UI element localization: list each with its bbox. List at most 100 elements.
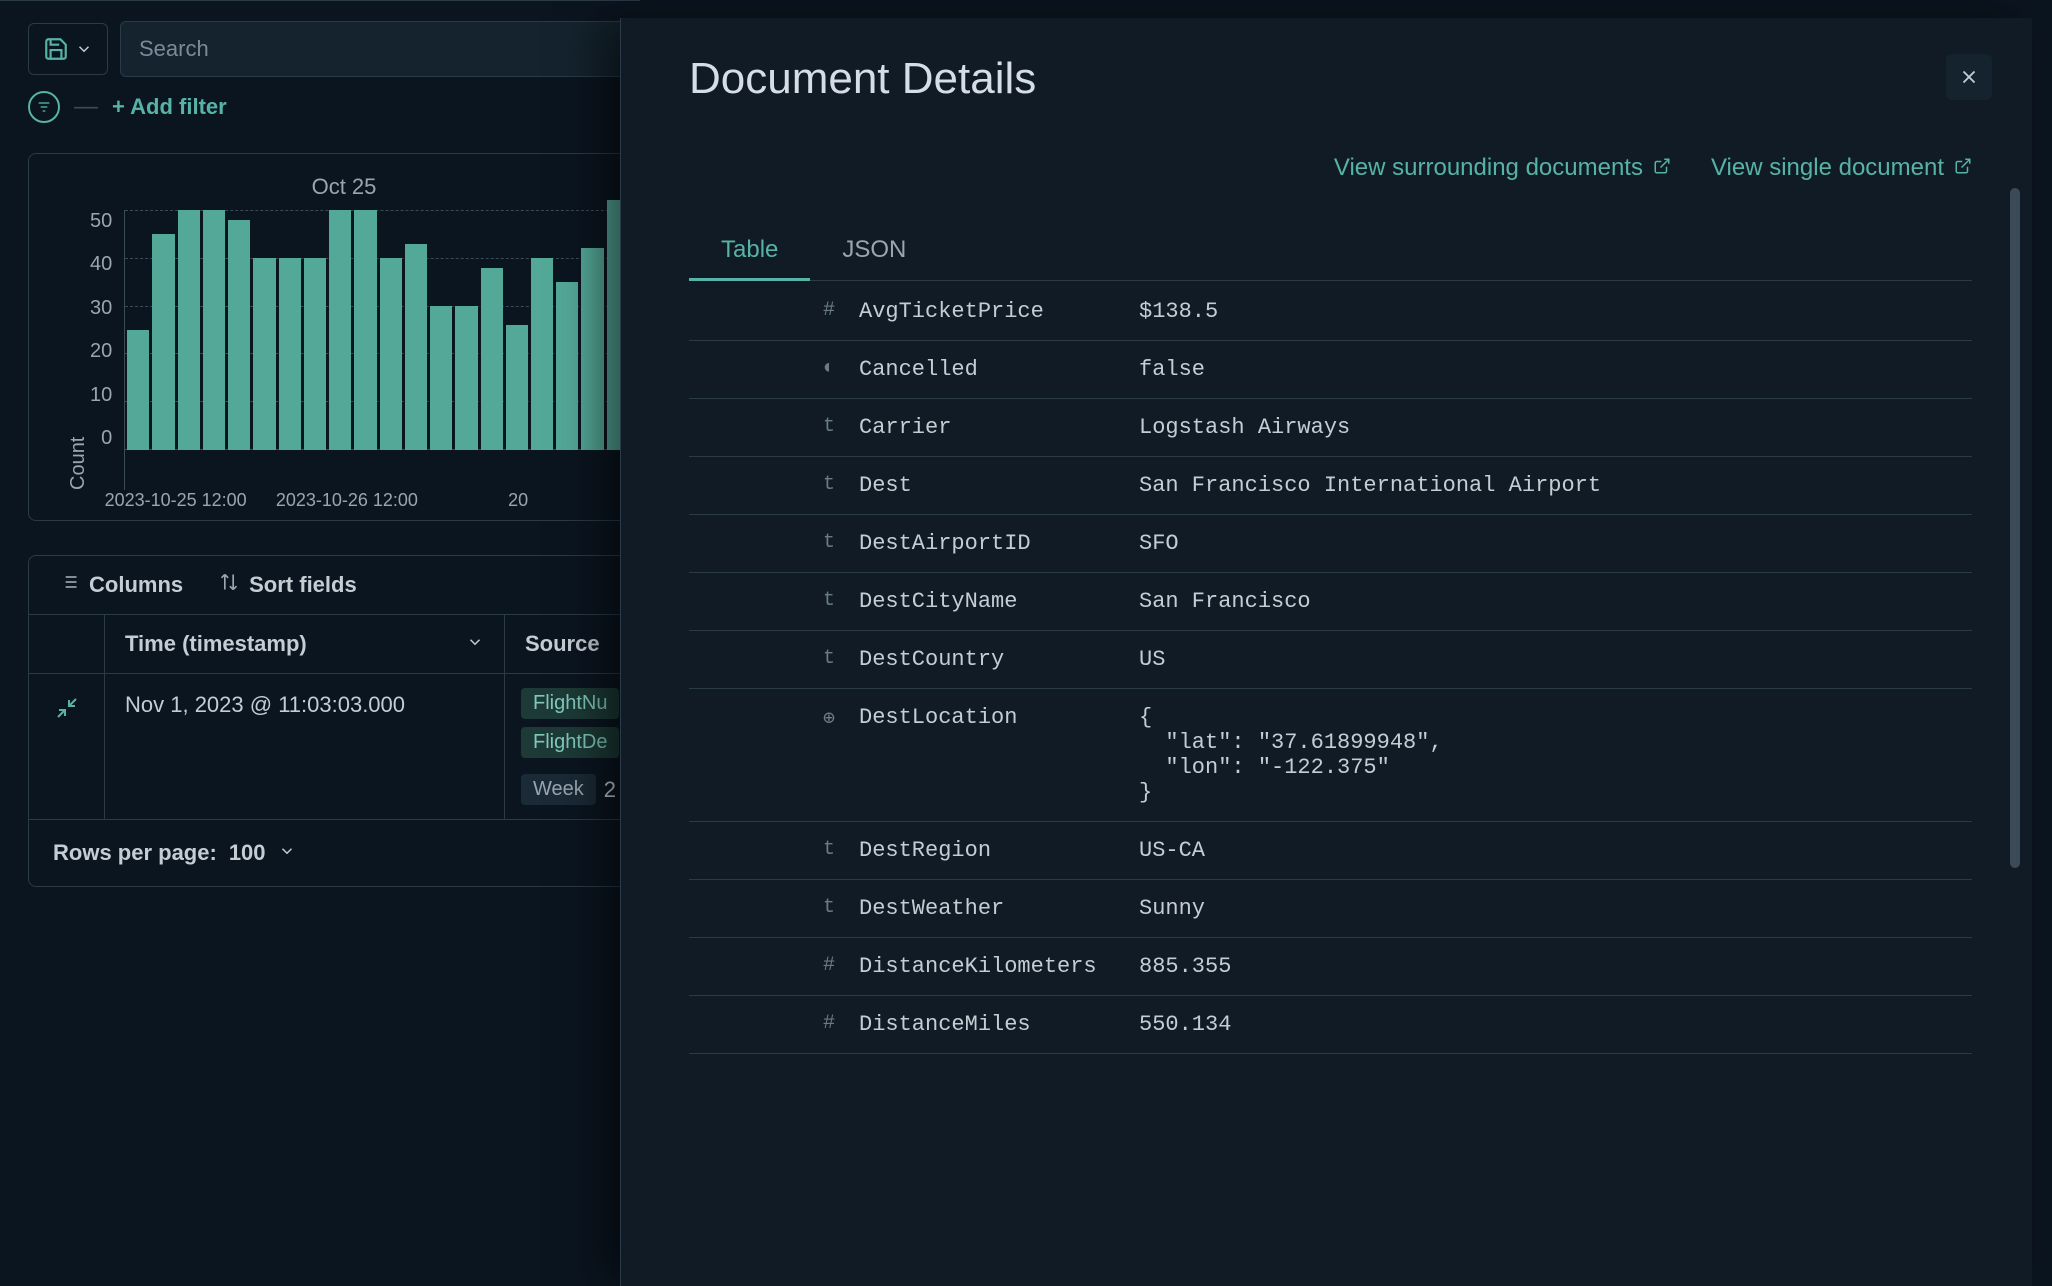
document-field-row[interactable]: tDestSan Francisco International Airport [689,457,1972,515]
field-key: Dest [859,473,1139,498]
document-field-row[interactable]: #DistanceMiles550.134 [689,996,1972,1054]
chevron-down-icon [278,840,296,866]
chevron-down-icon [466,631,484,657]
chart-bar [430,306,452,450]
chart-bar [279,258,301,450]
field-pill[interactable]: FlightDe [521,727,619,758]
scrollbar[interactable] [2010,188,2020,868]
field-type-icon: t [689,896,859,919]
field-type-icon: t [689,589,859,612]
field-key: DestLocation [859,705,1139,730]
chart-bar [405,244,427,450]
tab-json[interactable]: JSON [810,222,938,280]
document-field-row[interactable]: tDestCityNameSan Francisco [689,573,1972,631]
field-key: Cancelled [859,357,1139,382]
field-value: 885.355 [1139,954,1972,979]
chart-bar [531,258,553,450]
columns-button[interactable]: Columns [59,572,183,598]
rows-per-page-selector[interactable]: Rows per page: 100 [29,820,639,886]
document-field-row[interactable]: tCarrierLogstash Airways [689,399,1972,457]
chart-bar [127,330,149,450]
tab-table[interactable]: Table [689,222,810,281]
document-field-row[interactable]: tDestAirportIDSFO [689,515,1972,573]
field-type-icon: ◐ [689,357,859,380]
field-key: DestRegion [859,838,1139,863]
close-button[interactable] [1946,54,1992,100]
save-icon [43,36,69,62]
document-field-row[interactable]: #DistanceKilometers885.355 [689,938,1972,996]
filter-toggle-icon[interactable] [28,91,60,123]
field-value: US-CA [1139,838,1972,863]
field-key: DistanceKilometers [859,954,1139,979]
y-axis-label: Count [59,210,90,490]
external-link-icon [1653,154,1671,182]
field-type-icon: ⊕ [689,705,859,731]
field-key: DestCountry [859,647,1139,672]
document-field-row[interactable]: tDestRegionUS-CA [689,822,1972,880]
view-surrounding-link[interactable]: View surrounding documents [1334,154,1671,182]
sort-fields-button[interactable]: Sort fields [219,572,357,598]
field-value: Sunny [1139,896,1972,921]
document-field-row[interactable]: tDestWeatherSunny [689,880,1972,938]
field-pill[interactable]: Week [521,774,596,805]
field-type-icon: t [689,473,859,496]
list-icon [59,572,79,598]
divider: — [74,93,98,121]
collapse-row-icon[interactable] [29,674,105,819]
field-value: San Francisco [1139,589,1972,614]
field-value: US [1139,647,1972,672]
field-type-icon: t [689,415,859,438]
field-key: Carrier [859,415,1139,440]
field-value: $138.5 [1139,299,1972,324]
field-value: { "lat": "37.61899948", "lon": "-122.375… [1139,705,1972,805]
external-link-icon [1954,154,1972,182]
save-query-button[interactable] [28,23,108,75]
field-type-icon: t [689,531,859,554]
field-type-icon: # [689,954,859,977]
document-field-row[interactable]: ◐Cancelledfalse [689,341,1972,399]
table-row[interactable]: Nov 1, 2023 @ 11:03:03.000 FlightNu Fligh… [29,674,639,820]
field-key: DistanceMiles [859,1012,1139,1037]
sort-icon [219,572,239,598]
chevron-down-icon [75,40,93,58]
field-type-icon: # [689,299,859,322]
view-single-link[interactable]: View single document [1711,154,1972,182]
document-field-row[interactable]: #AvgTicketPrice$138.5 [689,283,1972,341]
field-key: AvgTicketPrice [859,299,1139,324]
chart-bar [380,258,402,450]
chart-bar [455,306,477,450]
flyout-title: Document Details [689,54,1972,104]
chart-bar [506,325,528,450]
chart-bar [556,282,578,450]
chart-bars [125,210,629,450]
source-column-header[interactable]: Source [505,615,639,673]
add-filter-button[interactable]: + Add filter [112,94,227,120]
chart-bar [203,210,225,450]
field-pill[interactable]: FlightNu [521,688,619,719]
main-left-panel: — + Add filter Oct 25 Count 50403020100 … [0,0,640,1286]
search-input[interactable] [120,21,640,77]
flyout-tabs: Table JSON [689,222,1972,281]
time-column-header[interactable]: Time (timestamp) [105,615,505,673]
chart-bar [152,234,174,450]
document-fields-table: #AvgTicketPrice$138.5◐CancelledfalsetCar… [689,283,1972,1054]
field-value: SFO [1139,531,1972,556]
row-source: FlightNuFlightDeWeek2 [505,674,639,819]
field-value: 550.134 [1139,1012,1972,1037]
row-timestamp: Nov 1, 2023 @ 11:03:03.000 [105,674,505,819]
chart-title: Oct 25 [59,174,629,200]
field-value: false [1139,357,1972,382]
chart-bar [354,210,376,450]
field-key: DestCityName [859,589,1139,614]
chart-bar [329,210,351,450]
field-type-icon: t [689,647,859,670]
chart-bar [581,248,603,450]
chart-bar [228,220,250,450]
document-details-flyout: Document Details View surrounding docume… [620,18,2032,1286]
document-field-row[interactable]: tDestCountryUS [689,631,1972,689]
y-axis-ticks: 50403020100 [90,210,124,490]
histogram-chart: Oct 25 Count 50403020100 2023-10-25 12:0… [28,153,640,521]
field-value: Logstash Airways [1139,415,1972,440]
field-type-icon: # [689,1012,859,1035]
document-field-row[interactable]: ⊕DestLocation{ "lat": "37.61899948", "lo… [689,689,1972,822]
